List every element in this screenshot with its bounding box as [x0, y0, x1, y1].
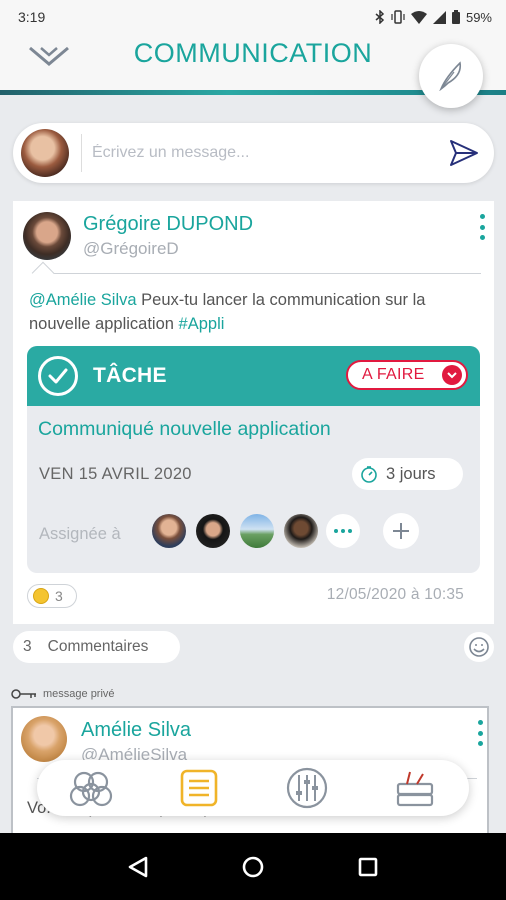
- comments-label: Commentaires: [47, 638, 149, 655]
- nav-feed[interactable]: [169, 763, 229, 813]
- assigned-label: Assignée à: [39, 525, 121, 543]
- feather-icon: [439, 61, 462, 91]
- task-status-dropdown[interactable]: A FAIRE: [346, 360, 468, 390]
- feed-icon: [180, 769, 218, 807]
- post-card: Grégoire DUPOND @GrégoireD @Amélie Silva…: [13, 201, 494, 624]
- community-icon: [69, 771, 113, 807]
- nav-tools[interactable]: [385, 763, 445, 813]
- battery-percent: 59%: [465, 9, 492, 25]
- signal-icon: [432, 10, 446, 24]
- message-composer: [13, 123, 494, 183]
- send-button[interactable]: [446, 135, 482, 171]
- avatar: [21, 129, 69, 177]
- task-check-icon[interactable]: [38, 356, 78, 396]
- system-navigation-bar: [0, 833, 506, 900]
- post-author-handle: @GrégoireD: [83, 239, 179, 258]
- divider: [41, 273, 481, 274]
- mention-link[interactable]: @Amélie Silva: [29, 291, 137, 309]
- task-card[interactable]: TÂCHE A FAIRE Communiqué nouvelle applic…: [27, 346, 480, 573]
- add-reaction-button[interactable]: [464, 632, 494, 662]
- smile-emoji-icon: [33, 588, 49, 604]
- vibrate-icon: [391, 10, 405, 24]
- post-timestamp: 12/05/2020 à 10:35: [326, 586, 464, 603]
- avatar[interactable]: [284, 514, 318, 548]
- divider-notch: [31, 261, 55, 285]
- wifi-icon: [410, 10, 427, 24]
- more-options-button[interactable]: [476, 720, 484, 746]
- nav-community[interactable]: [61, 763, 121, 813]
- reaction-badge[interactable]: 3: [27, 584, 77, 608]
- timer-icon: [361, 466, 377, 483]
- private-message-label: message privé: [11, 688, 115, 700]
- avatar[interactable]: [196, 514, 230, 548]
- more-options-button[interactable]: [478, 214, 486, 240]
- back-button[interactable]: [118, 847, 158, 887]
- hashtag-link[interactable]: #Appli: [179, 315, 225, 333]
- assignee-list: [152, 514, 318, 548]
- nav-settings[interactable]: [277, 763, 337, 813]
- settings-sliders-icon: [286, 767, 328, 809]
- task-duration-badge: 3 jours: [352, 458, 463, 490]
- recents-icon: [359, 857, 378, 876]
- home-icon: [242, 856, 264, 877]
- tools-icon: [396, 771, 434, 807]
- chevron-down-icon: [442, 365, 462, 385]
- task-label: TÂCHE: [93, 364, 167, 387]
- status-icons: 59%: [375, 10, 492, 25]
- avatar[interactable]: [152, 514, 186, 548]
- more-assignees-button[interactable]: [326, 514, 360, 548]
- task-date: VEN 15 AVRIL 2020: [39, 465, 192, 483]
- bluetooth-icon: [375, 10, 385, 24]
- task-duration: 3 jours: [386, 464, 436, 483]
- comments-count: 3: [23, 638, 32, 655]
- post-text: @Amélie Silva Peux-tu lancer la communic…: [29, 288, 484, 336]
- compose-button[interactable]: [419, 44, 483, 108]
- plus-icon: [393, 523, 409, 539]
- avatar[interactable]: [240, 514, 274, 548]
- home-button[interactable]: [233, 847, 273, 887]
- recents-button[interactable]: [348, 847, 388, 887]
- send-icon: [450, 140, 478, 166]
- private-label-text: message privé: [43, 688, 115, 700]
- avatar[interactable]: [23, 212, 71, 260]
- message-input[interactable]: [82, 144, 446, 162]
- status-bar: 3:19 59%: [0, 0, 506, 34]
- battery-icon: [451, 10, 460, 24]
- task-status-label: A FAIRE: [362, 366, 425, 383]
- post-author-name[interactable]: Grégoire DUPOND: [83, 213, 253, 236]
- avatar[interactable]: [21, 716, 67, 762]
- post-author-name[interactable]: Amélie Silva: [81, 719, 191, 742]
- back-icon: [128, 856, 147, 877]
- reaction-count: 3: [55, 588, 63, 604]
- key-icon: [11, 689, 36, 699]
- add-assignee-button[interactable]: [383, 513, 419, 549]
- task-header: TÂCHE A FAIRE: [27, 346, 480, 406]
- comments-toggle[interactable]: 3 Commentaires: [13, 631, 180, 663]
- emoji-add-icon: [469, 637, 489, 657]
- status-time: 3:19: [18, 9, 46, 25]
- bottom-navigation: [37, 760, 469, 816]
- task-title: Communiqué nouvelle application: [38, 418, 331, 440]
